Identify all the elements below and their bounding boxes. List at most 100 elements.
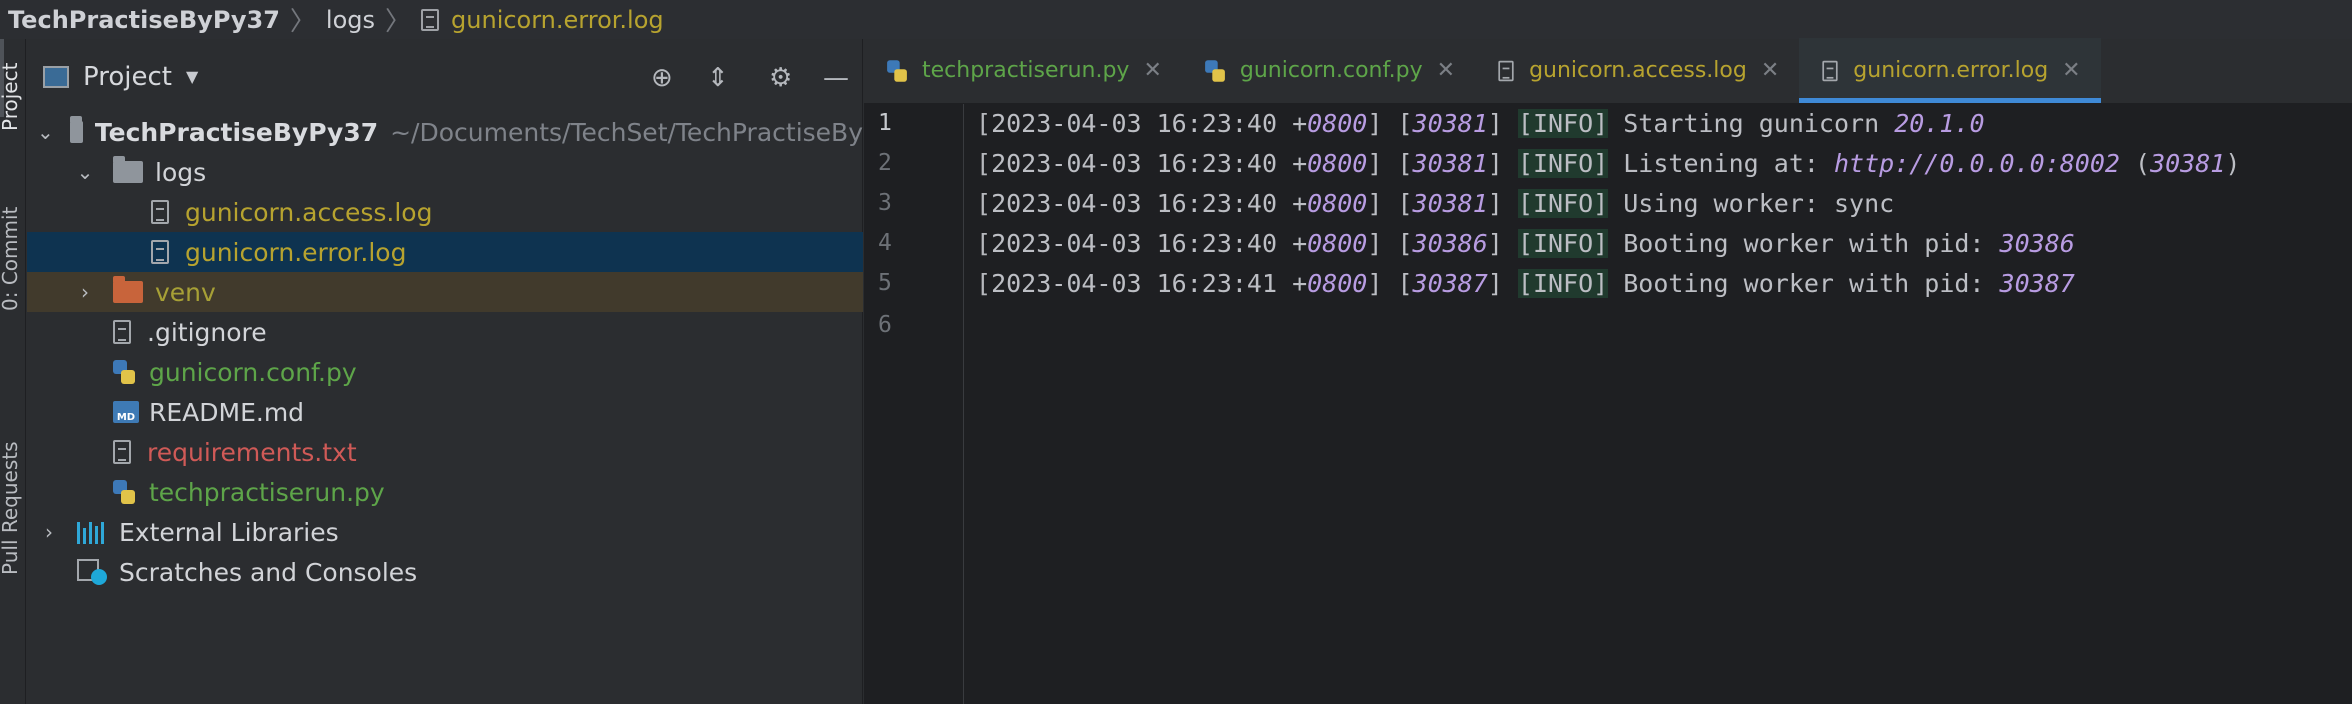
log-separator: ] [1487, 189, 1518, 218]
log-pid: 30381 [1412, 189, 1488, 218]
tree-item-gunicorn-conf[interactable]: gunicorn.conf.py [27, 352, 863, 392]
tree-item-logs[interactable]: ⌄ logs [27, 152, 863, 192]
log-separator: ] [1487, 269, 1518, 298]
tree-item-label: techpractiserun.py [149, 477, 385, 507]
log-line[interactable]: [2023-04-03 16:23:40 +0800] [30381] [INF… [976, 144, 2240, 184]
chevron-down-icon[interactable]: ⌄ [73, 160, 97, 184]
tree-item-readme[interactable]: MD README.md [27, 392, 863, 432]
tree-item-label: requirements.txt [147, 437, 357, 467]
editor-area: techpractiserun.py ✕ gunicorn.conf.py ✕ … [864, 38, 2352, 704]
breadcrumb-project[interactable]: TechPractiseByPy37 [8, 6, 280, 34]
tree-item-gitignore[interactable]: .gitignore [27, 312, 863, 352]
tree-item-label: gunicorn.error.log [185, 237, 407, 267]
chevron-right-icon: 〉 [385, 7, 412, 37]
log-line[interactable]: [2023-04-03 16:23:40 +0800] [30386] [INF… [976, 224, 2075, 264]
chevron-down-icon[interactable]: ▼ [186, 67, 198, 86]
tab-label: gunicorn.access.log [1529, 58, 1747, 83]
line-number: 1 [878, 110, 892, 136]
line-number: 3 [878, 190, 892, 216]
close-icon[interactable]: ✕ [2062, 58, 2080, 83]
tree-item-project-root[interactable]: ⌄ TechPractiseByPy37 ~/Documents/TechSet… [27, 112, 863, 152]
log-line[interactable]: [2023-04-03 16:23:40 +0800] [30381] [INF… [976, 104, 1985, 144]
minimize-icon[interactable]: — [823, 63, 849, 93]
log-level: [INFO] [1517, 109, 1609, 138]
line-number-gutter: 1 2 3 4 5 6 [864, 104, 964, 704]
python-file-icon [113, 360, 135, 384]
log-timestamp: 2023-04-03 16:23:41 + [991, 269, 1308, 298]
tree-item-venv[interactable]: › venv [27, 272, 863, 312]
tool-tab-pull-requests[interactable]: Pull Requests [0, 441, 22, 575]
log-level: [INFO] [1517, 229, 1609, 258]
tree-item-techpractiserun[interactable]: techpractiserun.py [27, 472, 863, 512]
log-worker-pid: 30387 [1999, 269, 2075, 298]
breadcrumb-folder[interactable]: logs [326, 6, 375, 34]
python-file-icon [887, 59, 907, 82]
log-timestamp: 2023-04-03 16:23:40 + [991, 229, 1308, 258]
log-separator: ) [2225, 149, 2241, 178]
log-file-icon [421, 8, 440, 31]
text-file-icon [113, 440, 131, 464]
log-version: 20.1.0 [1894, 109, 1985, 138]
log-pid: 30386 [1412, 229, 1488, 258]
close-icon[interactable]: ✕ [1143, 58, 1161, 83]
tab-gunicorn-error-log[interactable]: gunicorn.error.log ✕ [1799, 38, 2101, 103]
close-icon[interactable]: ✕ [1761, 58, 1779, 83]
project-panel: Project ▼ ⊕ ⇕ ⚙ — ⌄ TechPractiseByPy37 ~… [27, 39, 863, 704]
line-number: 6 [878, 312, 892, 338]
breadcrumb-file[interactable]: gunicorn.error.log [451, 6, 664, 34]
tree-item-requirements[interactable]: requirements.txt [27, 432, 863, 472]
log-separator: ( [2119, 149, 2151, 178]
log-file-icon [151, 240, 169, 264]
log-timezone: 0800 [1307, 189, 1368, 218]
log-line[interactable]: [2023-04-03 16:23:40 +0800] [30381] [INF… [976, 184, 1894, 224]
project-panel-title[interactable]: Project [83, 62, 172, 92]
locate-icon[interactable]: ⊕ [651, 63, 673, 93]
breadcrumb: TechPractiseByPy37 〉 logs 〉 gunicorn.err… [0, 0, 2352, 39]
tree-item-external-libraries[interactable]: › External Libraries [27, 512, 863, 552]
log-timestamp: 2023-04-03 16:23:40 + [991, 109, 1308, 138]
tab-techpractiserun[interactable]: techpractiserun.py ✕ [864, 38, 1182, 103]
log-message: Using worker: sync [1608, 189, 1895, 218]
log-message: Listening at: [1608, 149, 1834, 178]
line-number: 2 [878, 150, 892, 176]
log-file-icon [1822, 60, 1838, 81]
chevron-down-icon[interactable]: ⌄ [37, 120, 54, 144]
log-url[interactable]: http://0.0.0.0:8002 [1834, 149, 2120, 178]
tool-tab-commit[interactable]: 0: Commit [0, 207, 22, 311]
tab-gunicorn-access-log[interactable]: gunicorn.access.log ✕ [1475, 38, 1799, 103]
tree-item-label: TechPractiseByPy37 [94, 117, 379, 147]
log-bracket: [ [976, 109, 992, 138]
python-file-icon [1204, 59, 1225, 82]
tool-window-strip: Project 0: Commit Pull Requests [0, 39, 26, 704]
gear-icon[interactable]: ⚙ [769, 63, 792, 93]
log-pid: 30381 [2150, 149, 2226, 178]
log-level: [INFO] [1517, 189, 1609, 218]
tree-item-label: Scratches and Consoles [119, 557, 418, 587]
log-timezone: 0800 [1307, 269, 1368, 298]
library-icon [77, 520, 107, 544]
line-number: 4 [878, 230, 892, 256]
tool-tab-project[interactable]: Project [0, 63, 22, 131]
tree-item-error-log[interactable]: gunicorn.error.log [27, 232, 863, 272]
tree-item-label: gunicorn.conf.py [149, 357, 357, 387]
tab-gunicorn-conf[interactable]: gunicorn.conf.py ✕ [1182, 38, 1475, 103]
log-pid: 30381 [1412, 109, 1488, 138]
chevron-right-icon[interactable]: › [37, 520, 61, 544]
line-number: 5 [878, 270, 892, 296]
log-level: [INFO] [1517, 269, 1609, 298]
log-message: Starting gunicorn [1608, 109, 1895, 138]
log-file-icon [1498, 60, 1514, 81]
log-bracket: [ [976, 229, 992, 258]
collapse-icon[interactable]: ⇕ [707, 63, 729, 93]
log-pid: 30381 [1412, 149, 1488, 178]
close-icon[interactable]: ✕ [1437, 58, 1455, 83]
tree-item-access-log[interactable]: gunicorn.access.log [27, 192, 863, 232]
log-line[interactable]: [2023-04-03 16:23:41 +0800] [30387] [INF… [976, 264, 2075, 304]
chevron-right-icon[interactable]: › [73, 280, 97, 304]
log-message: Booting worker with pid: [1608, 269, 2000, 298]
log-separator: ] [1487, 149, 1518, 178]
log-timezone: 0800 [1307, 229, 1368, 258]
folder-icon [113, 276, 143, 303]
tree-item-scratches[interactable]: Scratches and Consoles [27, 552, 863, 592]
log-timestamp: 2023-04-03 16:23:40 + [991, 189, 1308, 218]
